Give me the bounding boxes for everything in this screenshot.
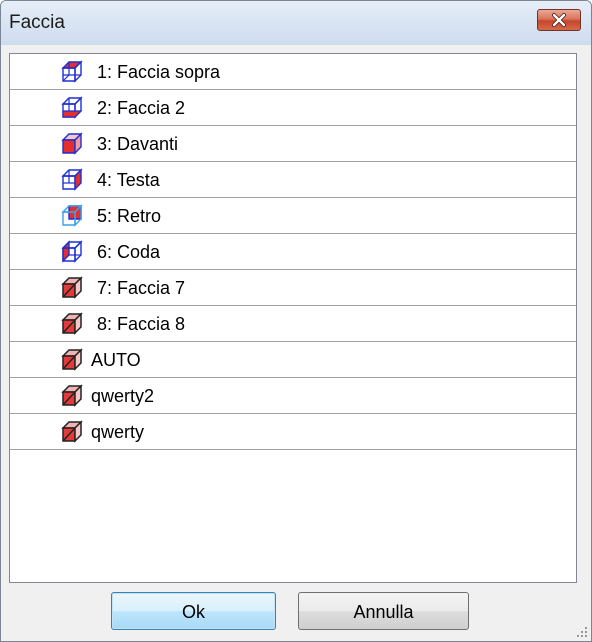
- list-item[interactable]: AUTO: [10, 342, 576, 378]
- cube-custom-face-icon: [61, 312, 83, 335]
- list-item[interactable]: 2: Faccia 2: [10, 90, 576, 126]
- list-item[interactable]: 7: Faccia 7: [10, 270, 576, 306]
- cube-custom-face-icon: [61, 420, 83, 443]
- list-item[interactable]: 5: Retro: [10, 198, 576, 234]
- cube-custom-face-icon: [61, 276, 83, 299]
- face-label: AUTO: [91, 350, 141, 370]
- face-label: 4: Testa: [97, 170, 160, 190]
- cube-face-2-icon: [61, 96, 83, 119]
- list-item[interactable]: 3: Davanti: [10, 126, 576, 162]
- ok-button[interactable]: Ok: [111, 592, 276, 630]
- list-item[interactable]: 1: Faccia sopra: [10, 54, 576, 90]
- face-label: 6: Coda: [97, 242, 161, 262]
- face-label: 7: Faccia 7: [97, 278, 186, 298]
- face-label: qwerty2: [91, 386, 155, 406]
- title-bar[interactable]: Faccia: [1, 1, 591, 45]
- close-button[interactable]: [537, 9, 581, 31]
- face-label: 1: Faccia sopra: [97, 62, 221, 82]
- list-item[interactable]: 4: Testa: [10, 162, 576, 198]
- list-item[interactable]: 8: Faccia 8: [10, 306, 576, 342]
- face-dialog: Faccia 1: Faccia sopra 2: Faccia 2 3: Da…: [0, 0, 592, 642]
- cube-front-icon: [61, 132, 83, 155]
- close-icon: [552, 13, 566, 27]
- cube-head-icon: [61, 168, 83, 191]
- list-item[interactable]: 6: Coda: [10, 234, 576, 270]
- face-label: 5: Retro: [97, 206, 162, 226]
- resize-grip-icon[interactable]: [573, 623, 589, 639]
- cube-custom-face-icon: [61, 348, 83, 371]
- face-label: 2: Faccia 2: [97, 98, 186, 118]
- cube-tail-icon: [61, 240, 83, 263]
- cube-custom-face-icon: [61, 384, 83, 407]
- dialog-title: Faccia: [9, 12, 65, 33]
- face-label: 8: Faccia 8: [97, 314, 186, 334]
- face-label: qwerty: [91, 422, 145, 442]
- cancel-button[interactable]: Annulla: [298, 592, 469, 630]
- cube-back-icon: [61, 204, 83, 227]
- cube-top-face-icon: [61, 60, 83, 83]
- list-item[interactable]: qwerty2: [10, 378, 576, 414]
- list-item[interactable]: qwerty: [10, 414, 576, 450]
- face-label: 3: Davanti: [97, 134, 179, 154]
- face-list[interactable]: 1: Faccia sopra 2: Faccia 2 3: Davanti 4…: [9, 53, 577, 583]
